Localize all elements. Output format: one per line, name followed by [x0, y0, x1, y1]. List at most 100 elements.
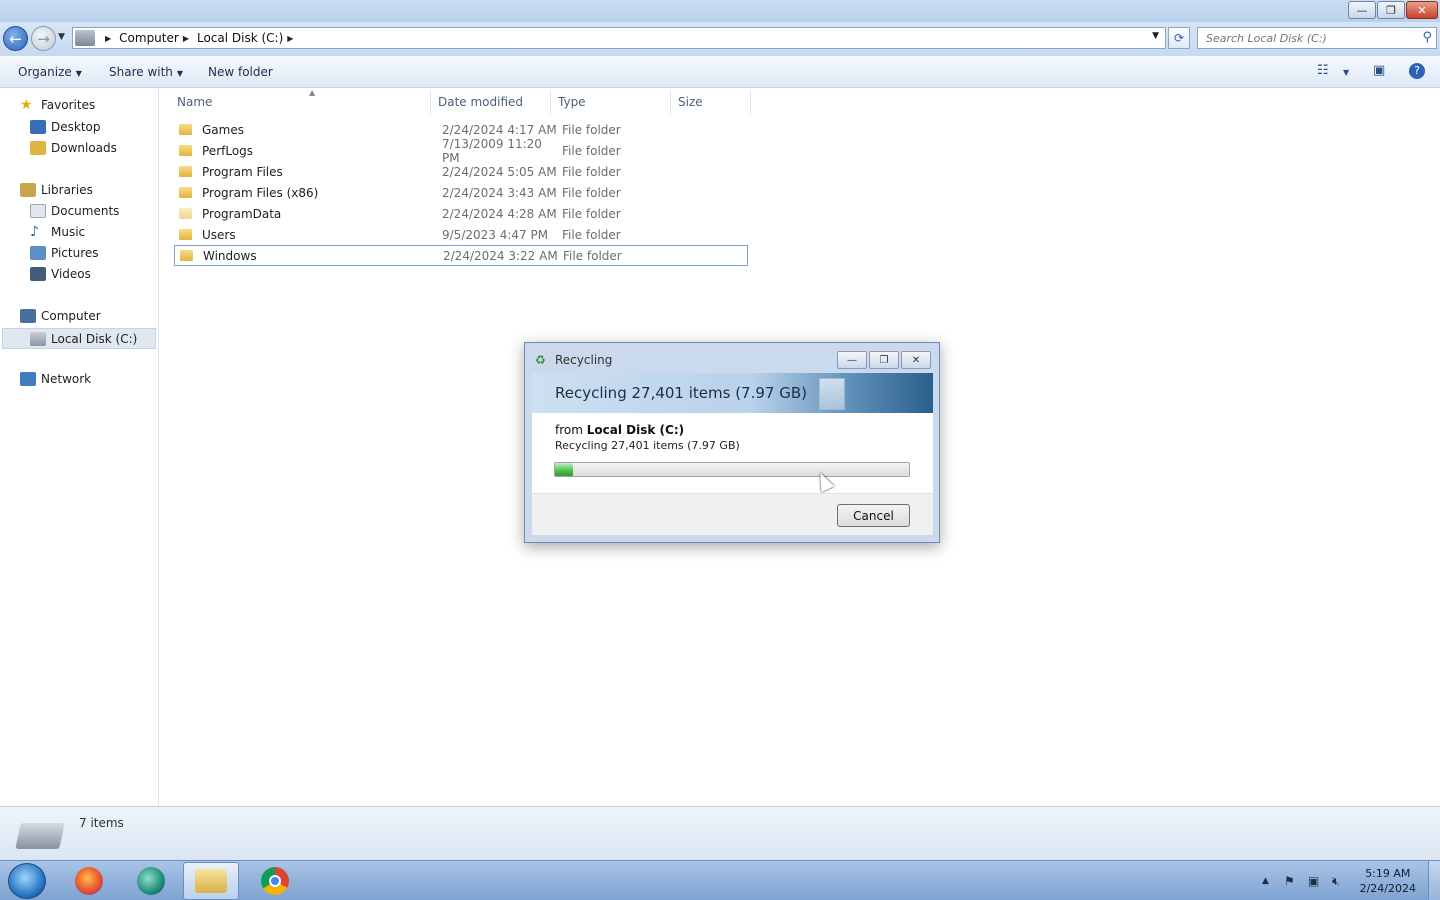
chevron-down-icon: ▼: [176, 69, 184, 78]
column-header-name[interactable]: Name ▲: [172, 88, 431, 114]
taskbar-chrome[interactable]: [247, 862, 303, 900]
recent-pages-dropdown[interactable]: ▼: [58, 32, 65, 42]
column-header-date[interactable]: Date modified: [433, 90, 551, 114]
pictures-icon: [30, 246, 46, 260]
help-icon[interactable]: ?: [1409, 63, 1425, 79]
column-header-label: Date modified: [438, 95, 524, 109]
file-date: 2/24/2024 4:17 AM: [442, 122, 557, 137]
sidebar-item-label: Documents: [51, 204, 120, 218]
flag-icon[interactable]: ⚑: [1284, 874, 1295, 888]
column-header-type[interactable]: Type: [553, 90, 671, 114]
taskbar-explorer[interactable]: [183, 862, 239, 900]
folder-icon: [179, 208, 192, 219]
chevron-right-icon[interactable]: ▶: [287, 34, 293, 43]
back-button[interactable]: ←: [3, 26, 28, 51]
folder-icon: [195, 869, 227, 893]
table-row[interactable]: Users 9/5/2023 4:47 PM File folder: [174, 224, 748, 245]
sidebar-item-computer[interactable]: Computer: [20, 309, 101, 323]
sidebar-item-favorites[interactable]: ★ Favorites: [20, 98, 95, 112]
start-button[interactable]: [8, 863, 46, 899]
column-header-size[interactable]: Size: [673, 90, 751, 114]
folder-icon: [179, 187, 192, 198]
file-date: 2/24/2024 4:28 AM: [442, 206, 557, 221]
maximize-button[interactable]: ❐: [1377, 1, 1405, 19]
star-icon: ★: [20, 97, 33, 113]
file-date: 2/24/2024 3:22 AM: [443, 248, 558, 263]
dialog-title: Recycling: [555, 353, 613, 367]
sidebar-item-documents[interactable]: Documents: [30, 204, 119, 218]
show-hidden-icons[interactable]: ▲: [1262, 876, 1269, 886]
sidebar-item-libraries[interactable]: Libraries: [20, 183, 93, 197]
sidebar-item-label: Favorites: [41, 98, 96, 112]
table-row[interactable]: ProgramData 2/24/2024 4:28 AM File folde…: [174, 203, 748, 224]
folder-icon: [179, 124, 192, 135]
breadcrumb-local-disk[interactable]: Local Disk (C:): [197, 31, 283, 45]
dialog-close-button[interactable]: ✕: [901, 351, 931, 369]
table-row[interactable]: Program Files 2/24/2024 5:05 AM File fol…: [174, 161, 748, 182]
clock-time: 5:19 AM: [1365, 867, 1411, 880]
share-with-menu[interactable]: Share with ▼: [109, 65, 183, 79]
address-bar[interactable]: ▶ Computer ▶ Local Disk (C:) ▶ ▼: [72, 27, 1166, 49]
firefox-icon: [75, 867, 103, 895]
computer-icon: [75, 30, 95, 46]
file-name: ProgramData: [202, 206, 282, 221]
sidebar-item-label: Music: [51, 225, 86, 239]
sidebar-item-music[interactable]: ♪ Music: [30, 225, 85, 239]
sidebar-item-label: Videos: [51, 267, 91, 281]
taskbar-firefox[interactable]: [61, 862, 117, 900]
sidebar-item-local-disk[interactable]: Local Disk (C:): [2, 328, 156, 349]
sidebar-item-pictures[interactable]: Pictures: [30, 246, 99, 260]
organize-label: Organize: [18, 65, 72, 79]
network-icon[interactable]: ▣: [1308, 874, 1319, 888]
chrome-icon: [261, 867, 289, 895]
file-name: Users: [202, 227, 236, 242]
new-folder-button[interactable]: New folder: [208, 65, 273, 79]
forward-button[interactable]: →: [31, 26, 56, 51]
view-options-dropdown[interactable]: ▼: [1343, 68, 1349, 77]
cancel-button[interactable]: Cancel: [837, 504, 910, 527]
dialog-body: from Local Disk (C:) Recycling 27,401 it…: [532, 413, 933, 535]
search-box[interactable]: ⚲: [1197, 27, 1437, 49]
desktop-icon: [30, 120, 46, 134]
search-icon[interactable]: ⚲: [1422, 30, 1432, 45]
sidebar-item-desktop[interactable]: Desktop: [30, 120, 101, 134]
organize-menu[interactable]: Organize ▼: [18, 65, 82, 79]
table-row[interactable]: PerfLogs 7/13/2009 11:20 PM File folder: [174, 137, 748, 165]
dialog-banner: Recycling 27,401 items (7.97 GB): [532, 373, 933, 413]
folder-icon: [179, 145, 192, 156]
recycle-icon: ♻: [535, 353, 546, 367]
table-row[interactable]: Program Files (x86) 2/24/2024 3:43 AM Fi…: [174, 182, 748, 203]
taskbar: ▲ ⚑ ▣ 🔇︎ 5:19 AM 2/24/2024: [0, 860, 1440, 900]
minimize-button[interactable]: —: [1348, 1, 1376, 19]
breadcrumb-computer[interactable]: Computer: [119, 31, 179, 45]
chevron-right-icon[interactable]: ▶: [183, 34, 189, 43]
downloads-icon: [30, 141, 46, 155]
search-input[interactable]: [1206, 31, 1411, 45]
table-row[interactable]: Windows 2/24/2024 3:22 AM File folder: [174, 245, 748, 266]
chevron-down-icon[interactable]: ▼: [1152, 31, 1159, 41]
close-button[interactable]: ✕: [1406, 1, 1438, 19]
column-header-label: Type: [558, 95, 586, 109]
sidebar-item-downloads[interactable]: Downloads: [30, 141, 117, 155]
change-view-icon[interactable]: ☷: [1317, 63, 1329, 78]
show-desktop-button[interactable]: [1428, 861, 1440, 900]
system-clock[interactable]: 5:19 AM 2/24/2024: [1360, 866, 1416, 896]
chevron-right-icon[interactable]: ▶: [105, 34, 111, 43]
sort-ascending-icon: ▲: [309, 88, 316, 97]
taskbar-app[interactable]: [123, 862, 179, 900]
file-name: Windows: [203, 248, 257, 263]
sidebar-item-videos[interactable]: Videos: [30, 267, 91, 281]
from-line: from Local Disk (C:): [555, 423, 684, 437]
preview-pane-icon[interactable]: ▣: [1373, 63, 1385, 78]
sidebar-item-label: Desktop: [51, 120, 101, 134]
file-date: 9/5/2023 4:47 PM: [442, 227, 549, 242]
sidebar-item-network[interactable]: Network: [20, 372, 91, 386]
dialog-maximize-button[interactable]: ❐: [869, 351, 899, 369]
volume-muted-icon[interactable]: 🔇︎: [1332, 874, 1340, 889]
dialog-minimize-button[interactable]: —: [837, 351, 867, 369]
file-name: Program Files (x86): [202, 185, 319, 200]
refresh-button[interactable]: ⟳: [1168, 27, 1190, 49]
status-bar: 7 items: [0, 806, 1440, 860]
file-name: Games: [202, 122, 244, 137]
share-with-label: Share with: [109, 65, 173, 79]
